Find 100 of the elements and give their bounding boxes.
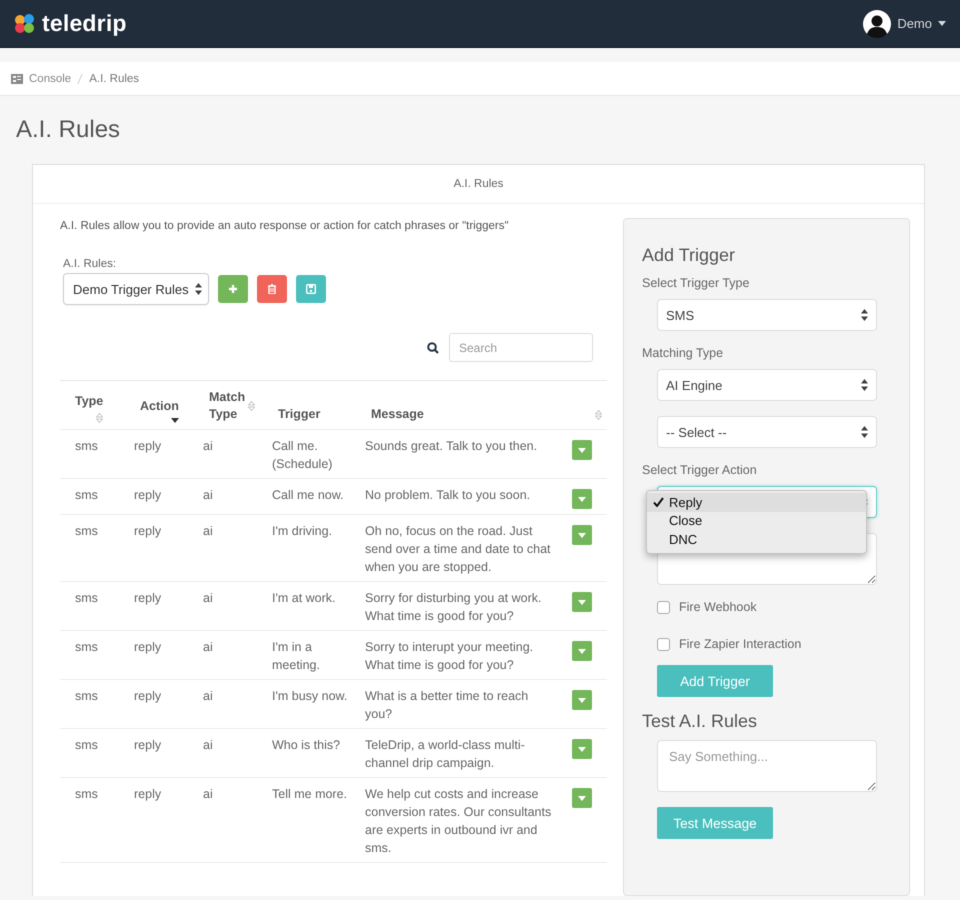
- field-label: Select Trigger Type: [642, 276, 750, 290]
- table-cell: sms: [60, 778, 125, 862]
- table-cell: Sorry for disturbing you at work. What time is good for you?: [356, 582, 560, 630]
- table-cell: ai: [194, 582, 263, 630]
- column-header: Message: [371, 406, 424, 423]
- table-cell: Who is this?: [263, 728, 356, 778]
- user-menu-button[interactable]: Demo: [863, 10, 946, 38]
- menu-option[interactable]: Close: [647, 512, 866, 530]
- section-heading: Add Trigger: [642, 245, 736, 266]
- table-cell: TeleDrip, a world-class multi-channel drip campaign.: [356, 728, 560, 778]
- table-cell: reply: [125, 728, 194, 778]
- table-cell: I'm driving.: [263, 514, 356, 582]
- column-header: Trigger: [278, 406, 320, 423]
- table-cell: Sounds great. Talk to you then.: [356, 430, 560, 478]
- table-cell: I'm in a meeting.: [263, 630, 356, 680]
- table-cell: ai: [194, 680, 263, 728]
- table-cell: Sorry to interupt your meeting. What time is good for you?: [356, 630, 560, 680]
- table-cell: sms: [60, 680, 125, 728]
- table-cell: No problem. Talk to you soon.: [356, 478, 560, 514]
- table-cell: sms: [60, 478, 125, 514]
- table-cell: Oh no, focus on the road. Just send over a time and date to chat when you are stopped.: [356, 514, 560, 582]
- dropdown-select[interactable]: AI Engine: [657, 369, 877, 401]
- checkbox-label: Fire Zapier Interaction: [679, 637, 802, 651]
- caret-icon: [578, 746, 586, 752]
- table-cell: reply: [125, 430, 194, 478]
- field-label: A.I. Rules:: [63, 258, 118, 270]
- trash-icon: [267, 284, 277, 294]
- add-button[interactable]: [218, 275, 248, 303]
- table-cell: reply: [125, 478, 194, 514]
- table-cell: reply: [125, 680, 194, 728]
- delete-button[interactable]: [257, 275, 287, 303]
- dropdown-select[interactable]: SMS: [657, 299, 877, 331]
- row-menu-button[interactable]: [572, 525, 592, 545]
- field-label: Select Trigger Action: [642, 463, 758, 477]
- save-icon: [306, 284, 316, 294]
- section-heading: Test A.I. Rules: [642, 711, 758, 732]
- checkbox[interactable]: [657, 600, 670, 614]
- search-icon: [427, 342, 439, 354]
- rule-set-select[interactable]: Demo Trigger Rules: [63, 273, 209, 305]
- save-button[interactable]: [296, 275, 326, 303]
- table-cell: Call me now.: [263, 478, 356, 514]
- table-cell: Tell me more.: [263, 778, 356, 862]
- table-cell: reply: [125, 514, 194, 582]
- row-menu-button[interactable]: [572, 440, 592, 460]
- checkbox-label: Fire Webhook: [679, 600, 757, 614]
- table-cell: ai: [194, 430, 263, 478]
- description: A.I. Rules allow you to provide an auto response or action for catch phrases or "triggers": [60, 220, 510, 232]
- menu-option[interactable]: Reply: [647, 493, 866, 512]
- breadcrumb-current: A.I. Rules: [89, 72, 140, 84]
- logo-icon: [14, 14, 36, 34]
- caret-icon: [578, 496, 586, 502]
- column-header: Type: [75, 393, 104, 410]
- row-menu-button[interactable]: [572, 641, 592, 661]
- table-cell: ai: [194, 514, 263, 582]
- panel-heading: A.I. Rules: [33, 165, 924, 204]
- page-title: A.I. Rules: [16, 116, 122, 144]
- table-cell: sms: [60, 430, 125, 478]
- table-cell: ai: [194, 778, 263, 862]
- plus-icon: [228, 284, 238, 294]
- table-cell: reply: [125, 582, 194, 630]
- caret-icon: [578, 532, 586, 538]
- caret-icon: [578, 698, 586, 702]
- checkbox[interactable]: [657, 638, 670, 650]
- table-cell: What is a better time to reach you?: [356, 680, 560, 728]
- table-cell: I'm at work.: [263, 582, 356, 630]
- row-menu-button[interactable]: [572, 690, 592, 710]
- avatar-icon: [863, 10, 892, 38]
- caret-icon: [578, 796, 586, 800]
- field-label: Matching Type: [642, 346, 724, 360]
- table-cell: reply: [125, 778, 194, 862]
- brand-name: teledrip: [42, 10, 127, 37]
- dropdown-select[interactable]: -- Select --: [657, 416, 877, 448]
- table-cell: ai: [194, 630, 263, 680]
- console-icon: [11, 74, 23, 84]
- menu-option[interactable]: DNC: [647, 530, 866, 548]
- column-header: Action: [140, 398, 179, 415]
- check-icon: [653, 497, 664, 507]
- table-cell: sms: [60, 582, 125, 630]
- table-cell: ai: [194, 478, 263, 514]
- caret-icon: [578, 600, 586, 604]
- breadcrumb-separator: [77, 72, 84, 84]
- table-cell: sms: [60, 514, 125, 582]
- table-cell: sms: [60, 728, 125, 778]
- breadcrumb-link[interactable]: Console: [29, 72, 72, 84]
- table-cell: I'm busy now.: [263, 680, 356, 728]
- caret-icon: [938, 21, 946, 26]
- row-menu-button[interactable]: [572, 489, 592, 509]
- column-header: Match Type: [209, 389, 246, 423]
- caret-icon: [578, 448, 586, 452]
- caret-icon: [578, 648, 586, 654]
- table-cell: We help cut costs and increase conversion rates. Our consultants are experts in outbound ivr and sms.: [356, 778, 560, 862]
- table-cell: reply: [125, 630, 194, 680]
- search-field[interactable]: Search: [449, 333, 593, 362]
- row-menu-button[interactable]: [572, 592, 592, 612]
- table-cell: ai: [194, 728, 263, 778]
- test-message-field[interactable]: Say Something...: [657, 740, 877, 792]
- row-menu-button[interactable]: [572, 788, 592, 808]
- table-cell: Call me. (Schedule): [263, 430, 356, 478]
- table-cell: sms: [60, 630, 125, 680]
- row-menu-button[interactable]: [572, 739, 592, 759]
